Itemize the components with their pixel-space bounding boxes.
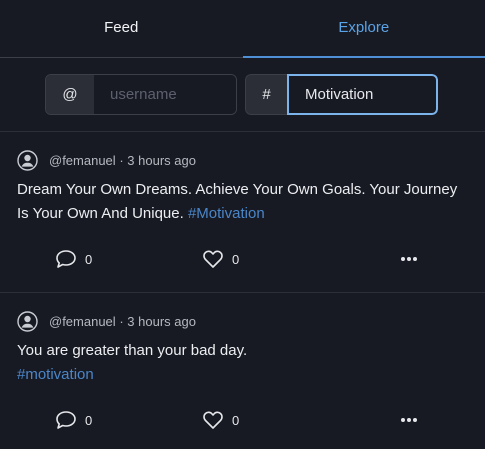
meta-separator: ·	[119, 313, 124, 329]
post-time: 3 hours ago	[127, 313, 196, 329]
user-circle-icon[interactable]	[17, 310, 38, 332]
hashtag-input[interactable]	[287, 74, 438, 115]
at-sign-addon: @	[46, 75, 94, 114]
post-text: Dream Your Own Dreams. Achieve Your Own …	[17, 178, 468, 226]
user-circle-icon[interactable]	[17, 149, 38, 171]
like-button[interactable]: 0	[202, 249, 239, 269]
app-window: Feed Explore @ # @femanuel · 3 h	[0, 0, 485, 449]
post-actions: 0 0	[17, 387, 468, 449]
more-options-button[interactable]	[400, 256, 418, 262]
heart-icon	[203, 250, 223, 268]
post-hashtag[interactable]: #Motivation	[188, 205, 265, 222]
post-meta: @femanuel · 3 hours ago	[49, 153, 196, 168]
post-hashtag[interactable]: #motivation	[17, 366, 94, 383]
post-time: 3 hours ago	[127, 152, 196, 168]
username-input[interactable]	[94, 75, 236, 114]
comment-button[interactable]: 0	[55, 410, 92, 430]
more-options-button[interactable]	[400, 417, 418, 423]
comment-button[interactable]: 0	[55, 249, 92, 269]
post-header: @femanuel · 3 hours ago	[17, 310, 468, 332]
tab-explore[interactable]: Explore	[242, 0, 485, 58]
post-card: @femanuel · 3 hours ago Dream Your Own D…	[0, 132, 485, 293]
speech-bubble-icon	[56, 250, 76, 268]
comment-count: 0	[85, 412, 93, 428]
post-author[interactable]: @femanuel	[49, 153, 116, 168]
heart-icon	[203, 411, 223, 429]
post-text: You are greater than your bad day. #moti…	[17, 339, 468, 387]
ellipsis-icon	[401, 257, 417, 261]
post-header: @femanuel · 3 hours ago	[17, 149, 468, 171]
post-body: You are greater than your bad day.	[17, 342, 248, 359]
ellipsis-icon	[401, 418, 417, 422]
post-author[interactable]: @femanuel	[49, 314, 116, 329]
post-actions: 0 0	[17, 226, 468, 292]
tab-bar: Feed Explore	[0, 0, 485, 58]
hashtag-search-group: #	[245, 74, 438, 115]
post-card: @femanuel · 3 hours ago You are greater …	[0, 293, 485, 449]
username-search-group: @	[45, 74, 237, 115]
like-count: 0	[232, 251, 240, 267]
meta-separator: ·	[119, 152, 124, 168]
like-count: 0	[232, 412, 240, 428]
hash-sign-addon: #	[245, 74, 287, 115]
speech-bubble-icon	[56, 411, 76, 429]
comment-count: 0	[85, 251, 93, 267]
like-button[interactable]: 0	[202, 410, 239, 430]
post-meta: @femanuel · 3 hours ago	[49, 314, 196, 329]
search-row: @ #	[0, 58, 485, 132]
tab-feed[interactable]: Feed	[0, 0, 243, 57]
